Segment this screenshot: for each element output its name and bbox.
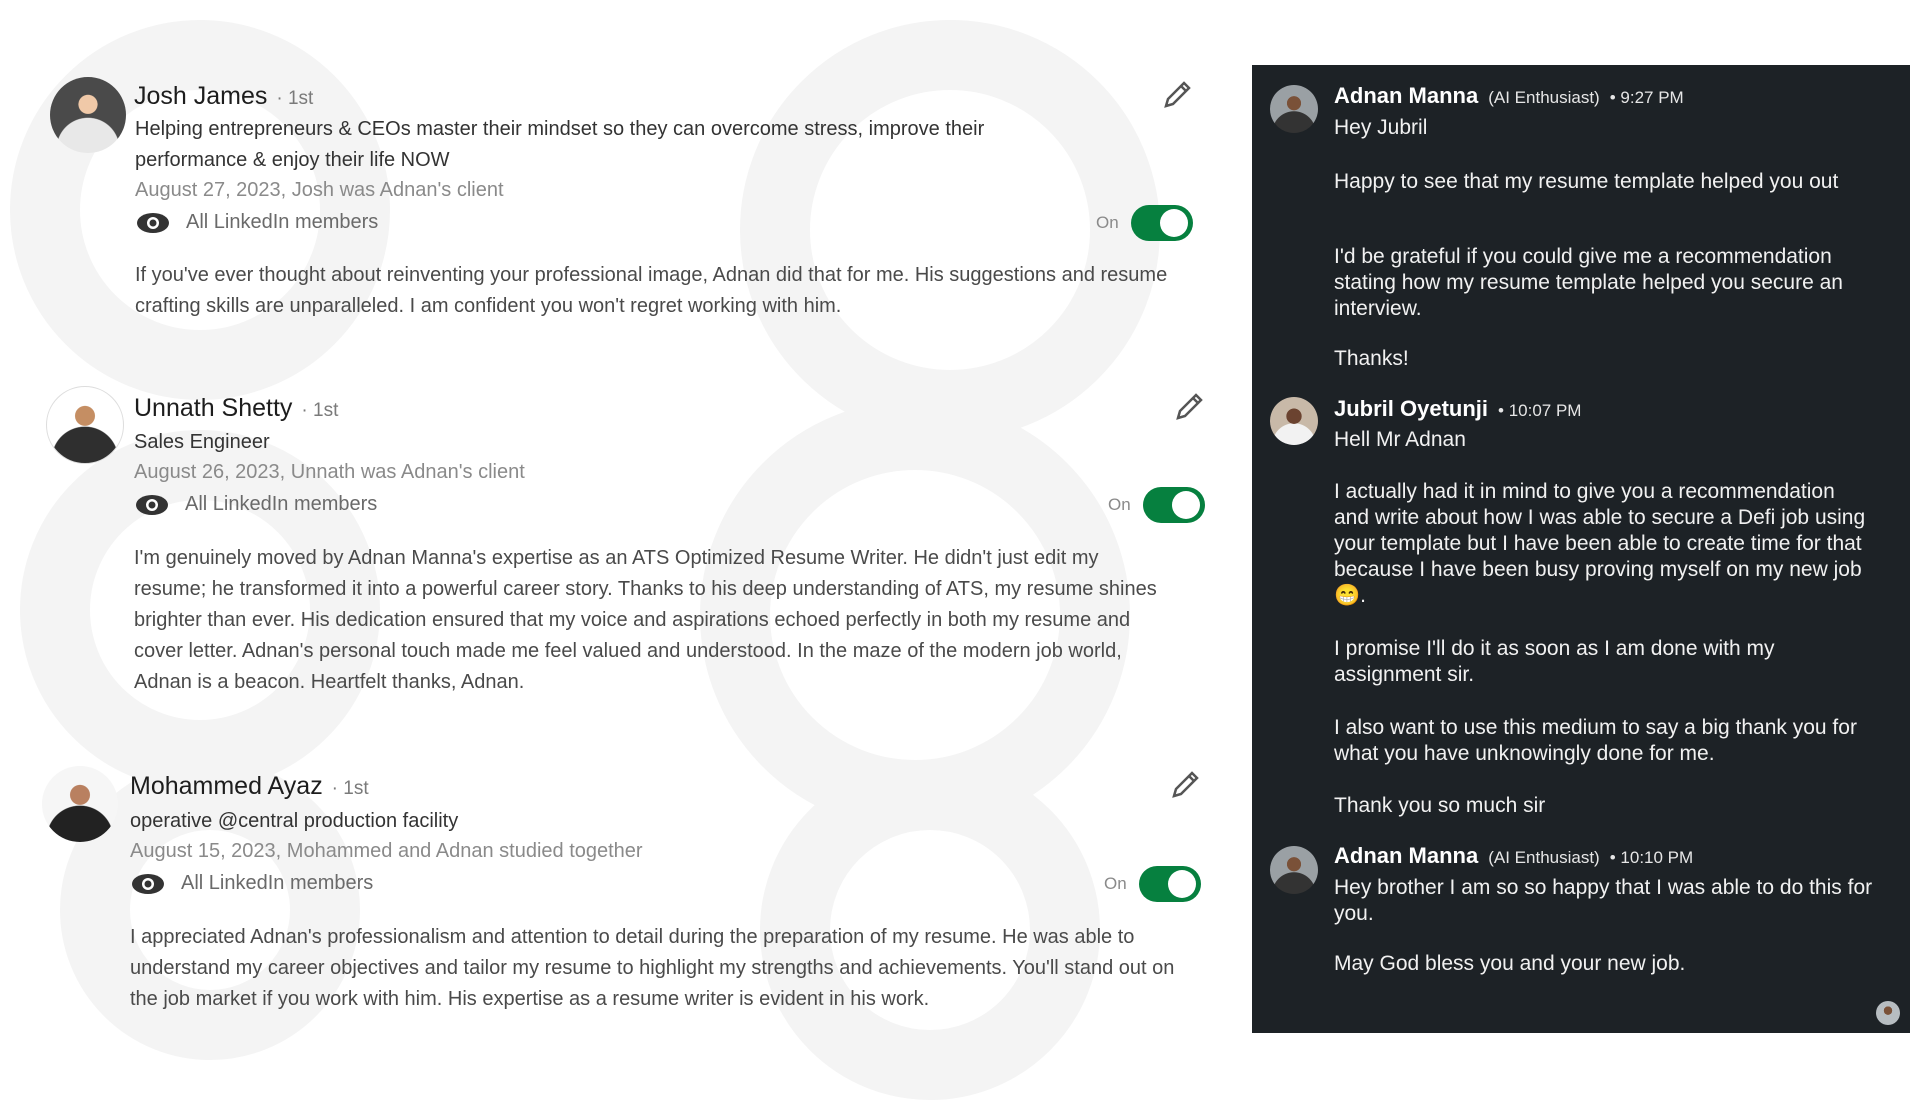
avatar[interactable] — [46, 386, 124, 464]
headline-line: Helping entrepreneurs & CEOs master thei… — [135, 118, 985, 140]
recommendation-text: I appreciated Adnan's professionalism an… — [130, 926, 1175, 1010]
visibility-toggle[interactable]: On — [1104, 866, 1201, 902]
message-paragraph: Hell Mr Adnan — [1334, 428, 1466, 451]
message-paragraph: I'd be grateful if you could give me a r… — [1334, 245, 1843, 320]
avatar[interactable] — [42, 766, 118, 842]
toggle-switch[interactable] — [1138, 866, 1201, 902]
visibility-label: All LinkedIn members — [181, 872, 374, 894]
visibility-label: All LinkedIn members — [185, 493, 378, 515]
name-text[interactable]: Unnath Shetty — [134, 394, 292, 422]
message-header: Jubril Oyetunji • 10:07 PM — [1334, 396, 1581, 422]
message-paragraph: Thanks! — [1334, 347, 1409, 370]
message-paragraph: I also want to use this medium to say a … — [1334, 716, 1857, 765]
recommendation-text: If you've ever thought about reinventing… — [135, 264, 1168, 317]
message-header: Adnan Manna (AI Enthusiast) • 9:27 PM — [1334, 83, 1684, 109]
eye-icon — [137, 212, 169, 233]
recommender-name[interactable]: Josh James · 1st — [134, 82, 313, 111]
eye-icon — [132, 873, 164, 894]
chat-panel: Adnan Manna (AI Enthusiast) • 9:27 PM He… — [1252, 65, 1910, 1033]
toggle-knob — [1167, 870, 1196, 898]
sender-name[interactable]: Adnan Manna — [1334, 83, 1478, 109]
toggle-knob — [1159, 209, 1188, 237]
relationship-date: August 26, 2023, Unnath was Adnan's clie… — [134, 461, 525, 483]
pencil-icon[interactable] — [1160, 78, 1194, 112]
message-header: Adnan Manna (AI Enthusiast) • 10:10 PM — [1334, 843, 1693, 869]
message-paragraph: Thank you so much sir — [1334, 794, 1546, 817]
message-paragraph: Hey brother I am so so happy that I was … — [1334, 876, 1873, 925]
recommender-headline: Sales Engineer — [134, 431, 270, 453]
visibility-setting: All LinkedIn members — [135, 493, 377, 516]
sender-tag: (AI Enthusiast) — [1488, 848, 1600, 867]
avatar[interactable] — [1270, 397, 1318, 445]
headline-line: performance & enjoy their life NOW — [135, 149, 450, 171]
eye-icon — [136, 494, 168, 515]
message-paragraph: May God bless you and your new job. — [1334, 952, 1686, 975]
relationship-date: August 27, 2023, Josh was Adnan's client — [135, 179, 504, 201]
toggle-switch[interactable] — [1130, 205, 1193, 241]
connection-degree: · 1st — [276, 88, 314, 109]
name-text[interactable]: Mohammed Ayaz — [130, 772, 323, 800]
sender-name[interactable]: Jubril Oyetunji — [1334, 396, 1488, 422]
pencil-icon[interactable] — [1172, 390, 1206, 424]
message-paragraph: Happy to see that my resume template hel… — [1334, 170, 1839, 193]
message-time: • 9:27 PM — [1609, 88, 1684, 107]
recommendation-text: I'm genuinely moved by Adnan Manna's exp… — [134, 547, 1157, 693]
visibility-toggle[interactable]: On — [1108, 487, 1205, 523]
connection-degree: · 1st — [331, 778, 369, 799]
avatar[interactable] — [50, 77, 126, 153]
sender-tag: (AI Enthusiast) — [1488, 88, 1600, 107]
toggle-label: On — [1108, 495, 1131, 514]
message-paragraph: I promise I'll do it as soon as I am don… — [1334, 637, 1775, 686]
relationship-date: August 15, 2023, Mohammed and Adnan stud… — [130, 840, 643, 862]
pencil-icon[interactable] — [1168, 768, 1202, 802]
recommender-headline: Helping entrepreneurs & CEOs master thei… — [135, 114, 984, 176]
message-time: • 10:07 PM — [1498, 401, 1582, 420]
recommender-name[interactable]: Mohammed Ayaz · 1st — [130, 772, 369, 801]
name-text[interactable]: Josh James — [134, 82, 267, 110]
recommender-headline: operative @central production facility — [130, 810, 459, 832]
toggle-label: On — [1104, 874, 1127, 893]
recommender-name[interactable]: Unnath Shetty · 1st — [134, 394, 338, 423]
connection-degree: · 1st — [301, 400, 339, 421]
message-paragraph: Hey Jubril — [1334, 116, 1428, 139]
visibility-label: All LinkedIn members — [186, 211, 379, 233]
avatar[interactable] — [1270, 846, 1318, 894]
message-time: • 10:10 PM — [1609, 848, 1694, 867]
message-paragraph: I actually had it in mind to give you a … — [1334, 480, 1866, 607]
avatar[interactable] — [1270, 85, 1318, 133]
toggle-switch[interactable] — [1142, 487, 1205, 523]
visibility-setting: All LinkedIn members — [136, 211, 378, 234]
visibility-setting: All LinkedIn members — [131, 872, 373, 895]
toggle-knob — [1171, 491, 1200, 519]
watermark-shape — [10, 20, 390, 400]
seen-avatar — [1876, 1001, 1900, 1025]
toggle-label: On — [1096, 213, 1119, 232]
sender-name[interactable]: Adnan Manna — [1334, 843, 1478, 869]
visibility-toggle[interactable]: On — [1096, 205, 1193, 241]
